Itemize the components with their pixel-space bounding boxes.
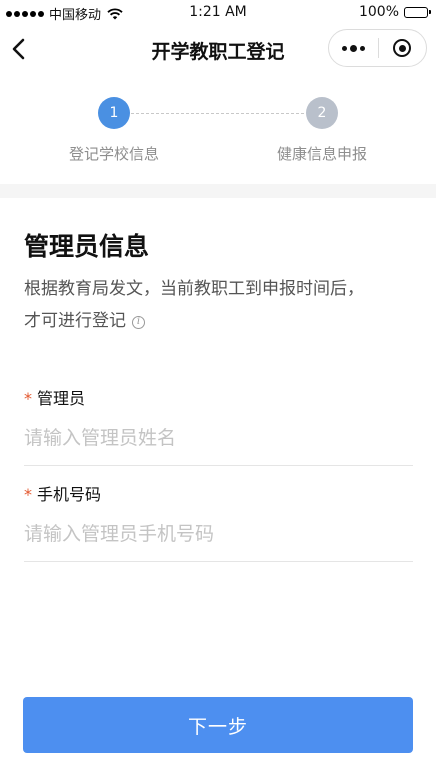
- step-2-circle: 2: [306, 97, 338, 129]
- required-mark: *: [24, 485, 32, 504]
- description-line-1: 根据教育局发文，当前教职工到申报时间后，: [24, 279, 364, 299]
- battery-icon: [404, 6, 431, 18]
- info-icon[interactable]: i: [132, 315, 145, 329]
- admin-name-label-text: 管理员: [37, 389, 86, 408]
- description-line-2-text: 才可进行登记: [24, 311, 126, 331]
- phone-field: * 手机号码: [24, 481, 413, 562]
- section-divider: [0, 184, 436, 198]
- mini-program-capsule: [328, 29, 427, 67]
- step-1-label: 登记学校信息: [68, 145, 159, 163]
- step-connector: [131, 113, 304, 114]
- next-step-button[interactable]: 下一步: [23, 697, 413, 753]
- more-dots-icon[interactable]: [329, 30, 378, 66]
- nav-bar: 开学教职工登记: [0, 26, 436, 72]
- section-title: 管理员信息: [24, 232, 150, 261]
- phone-input[interactable]: [24, 520, 413, 548]
- battery-percent: 100%: [358, 4, 399, 20]
- phone-underline: [24, 561, 413, 562]
- step-1-circle: 1: [98, 97, 130, 129]
- admin-name-label: * 管理员: [24, 385, 413, 408]
- status-right: 100%: [358, 4, 431, 20]
- progress-stepper: 1 2 登记学校信息 健康信息申报: [0, 96, 436, 166]
- close-target-icon[interactable]: [378, 30, 426, 66]
- phone-label-text: 手机号码: [37, 485, 102, 504]
- step-2-label: 健康信息申报: [276, 145, 367, 163]
- phone-label: * 手机号码: [24, 481, 413, 504]
- admin-name-input[interactable]: [24, 424, 413, 452]
- section-description: 根据教育局发文，当前教职工到申报时间后， 才可进行登记 i: [24, 273, 416, 337]
- required-mark: *: [24, 389, 32, 408]
- admin-name-field: * 管理员: [24, 385, 413, 466]
- status-bar: 中国移动 1:21 AM 100%: [0, 0, 436, 26]
- description-line-2: 才可进行登记 i: [24, 305, 416, 337]
- admin-name-underline: [24, 465, 413, 466]
